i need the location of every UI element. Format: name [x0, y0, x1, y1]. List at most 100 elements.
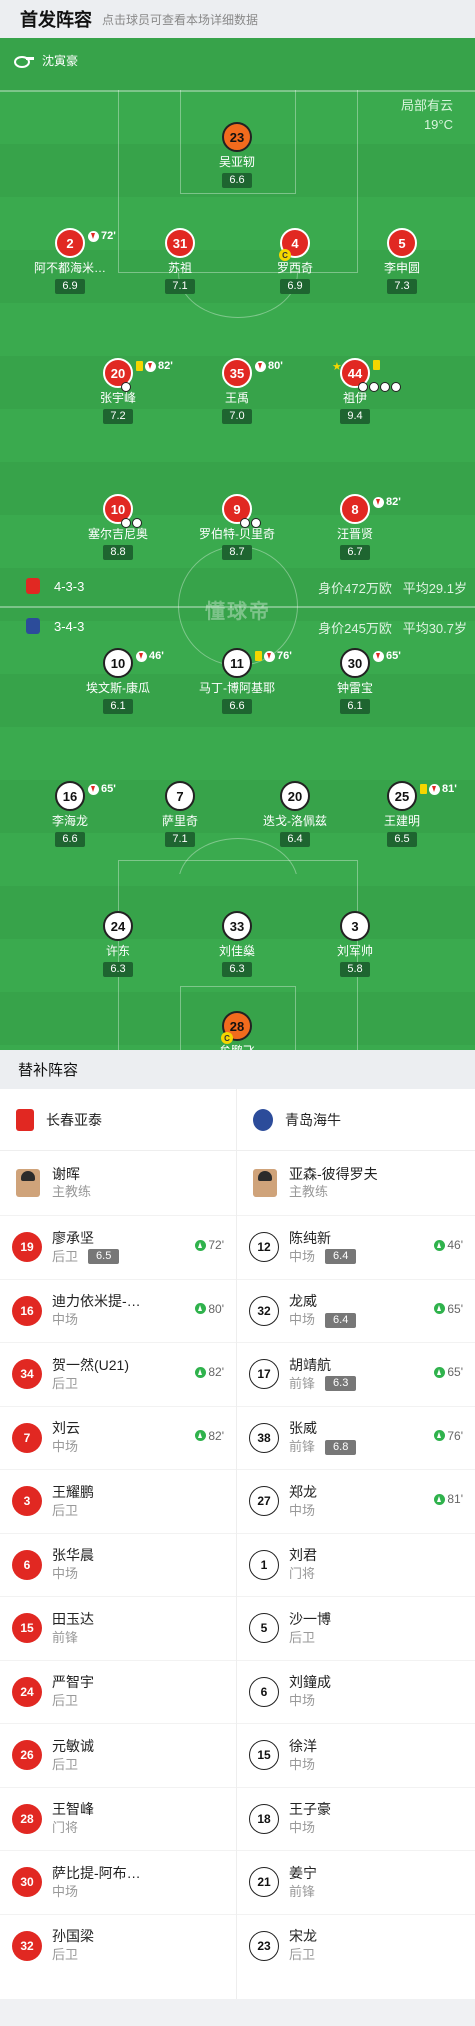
sub-in-minute-text: 82' — [208, 1428, 224, 1443]
player-number: 2 72' — [55, 228, 116, 258]
sub-player-row[interactable]: 32 龙威 中场 6.4 65' — [237, 1278, 475, 1343]
home-player[interactable]: 5 李申圆 7.3 — [342, 228, 462, 294]
player-number: 7 — [165, 781, 195, 811]
sub-player-row[interactable]: 27 郑龙 中场 81' — [237, 1469, 475, 1533]
sub-player-row[interactable]: 12 陈纯新 中场 6.4 46' — [237, 1215, 475, 1279]
home-team-row[interactable]: 长春亚泰 — [0, 1089, 236, 1151]
home-player[interactable]: 9 罗伯特-贝里奇 8.7 — [177, 494, 297, 560]
sub-position: 门将 — [289, 1566, 316, 1582]
away-player[interactable]: 10 46' 埃文斯-康瓜 6.1 — [58, 648, 178, 714]
sub-out-icon — [88, 230, 99, 242]
player-name: 刘佳燊 — [218, 944, 255, 958]
sub-player-row[interactable]: 6 张华晨 中场 — [0, 1532, 236, 1597]
away-player[interactable]: 3 刘军帅 5.8 — [295, 911, 415, 977]
away-player[interactable]: 20 迭戈-洛佩兹 6.4 — [235, 781, 355, 847]
ball-icon — [358, 382, 368, 392]
away-coach[interactable]: 亚森-彼得罗夫 主教练 — [237, 1151, 475, 1215]
away-player[interactable]: 11 76' 马丁-博阿基耶 6.6 — [177, 648, 297, 714]
sub-player-row[interactable]: 21 姜宁 前锋 — [237, 1850, 475, 1914]
ball-icon — [132, 518, 142, 528]
sub-player-row[interactable]: 26 元敏诚 后卫 — [0, 1723, 236, 1787]
sub-position-line: 中场 6.4 — [289, 1311, 357, 1329]
sub-out-icon — [264, 650, 275, 662]
sub-player-row[interactable]: 15 徐洋 中场 — [237, 1723, 475, 1787]
sub-player-row[interactable]: 30 萨比提-阿布… 中场 — [0, 1850, 236, 1914]
away-player[interactable]: 25 81' 王建明 6.5 — [342, 781, 462, 847]
sub-minute: 65' — [386, 650, 401, 662]
sub-minute: 46' — [149, 650, 164, 662]
sub-player-row[interactable]: 38 张威 前锋 6.8 76' — [237, 1405, 475, 1470]
sub-number: 28 — [12, 1803, 42, 1834]
home-team-logo-icon — [16, 1108, 34, 1131]
home-player[interactable]: 2 72' 阿不都海米… 6.9 — [10, 228, 130, 294]
sub-position-line: 中场 — [52, 1311, 141, 1329]
sub-in-minute-text: 80' — [208, 1301, 224, 1316]
sub-position-line: 后卫 — [52, 1946, 94, 1964]
home-player[interactable]: 4 C 罗西奇 6.9 — [235, 228, 355, 294]
pitch: 沈寅豪 局部有云 19°C 懂球帝 4-3-3 身价472万欧 平均29.1岁 … — [0, 38, 475, 1050]
player-rating: 7.3 — [387, 279, 417, 294]
player-rating: 6.3 — [103, 962, 133, 977]
page-hint: 点击球员可查看本场详细数据 — [102, 12, 259, 27]
sub-info: 王耀鹏 后卫 — [52, 1483, 94, 1520]
player-rating: 9.4 — [340, 409, 370, 424]
page-title: 首发阵容 — [20, 10, 92, 30]
sub-player-row[interactable]: 15 田玉达 前锋 — [0, 1596, 236, 1660]
sub-player-row[interactable]: 1 刘君 门将 — [237, 1532, 475, 1597]
player-name: 马丁-博阿基耶 — [199, 681, 275, 695]
away-player[interactable]: 28C牟鹏飞5.8 — [177, 1011, 297, 1050]
sub-position-line: 后卫 — [52, 1502, 94, 1520]
sub-player-row[interactable]: 19 廖承坚 后卫 6.5 72' — [0, 1215, 236, 1279]
player-number: 11 76' — [222, 648, 292, 678]
sub-position-line: 中场 — [289, 1692, 331, 1710]
sub-rating: 6.4 — [325, 1249, 357, 1265]
sub-number: 5 — [249, 1613, 279, 1644]
sub-player-row[interactable]: 24 严智宇 后卫 — [0, 1659, 236, 1724]
sub-player-row[interactable]: 28 王智峰 门将 — [0, 1786, 236, 1851]
sub-player-row[interactable]: 7 刘云 中场 82' — [0, 1405, 236, 1470]
away-team-row[interactable]: 青岛海牛 — [237, 1089, 475, 1151]
sub-player-row[interactable]: 3 王耀鹏 后卫 — [0, 1469, 236, 1533]
away-player[interactable]: 24 许东 6.3 — [58, 911, 178, 977]
sub-position: 后卫 — [52, 1947, 79, 1963]
sub-position-line: 门将 — [52, 1819, 94, 1837]
sub-name: 龙威 — [289, 1293, 317, 1310]
player-events: 72' — [88, 230, 116, 242]
sub-player-row[interactable]: 18 王子豪 中场 — [237, 1786, 475, 1851]
sub-out-icon — [255, 360, 266, 372]
sub-name: 廖承坚 — [52, 1229, 94, 1246]
player-events: 65' — [373, 650, 401, 662]
home-player[interactable]: 8 82' 汪晋贤 6.7 — [295, 494, 415, 560]
home-coach[interactable]: 谢晖 主教练 — [0, 1151, 236, 1215]
player-name: 罗伯特-贝里奇 — [199, 527, 275, 541]
sub-in-minute: 46' — [434, 1238, 463, 1252]
captain-badge-icon: C — [221, 1032, 233, 1044]
player-number: 20 82' — [103, 358, 173, 392]
away-player[interactable]: 33 刘佳燊 6.3 — [177, 911, 297, 977]
sub-info: 孙国梁 后卫 — [52, 1927, 94, 1964]
sub-player-row[interactable]: 16 迪力依米提-… 中场 80' — [0, 1278, 236, 1343]
sub-player-row[interactable]: 17 胡靖航 前锋 6.3 65' — [237, 1342, 475, 1406]
sub-name: 田玉达 — [52, 1610, 94, 1627]
player-rating: 6.6 — [55, 832, 85, 847]
weather-temp: 19°C — [423, 117, 453, 132]
sub-name: 胡靖航 — [289, 1356, 331, 1373]
away-player[interactable]: 16 65' 李海龙 6.6 — [10, 781, 130, 847]
sub-player-row[interactable]: 23 宋龙 后卫 — [237, 1913, 475, 1978]
away-player[interactable]: 30 65' 钟雷宝 6.1 — [295, 648, 415, 714]
home-player[interactable]: 44 ★ 祖伊 9.4 — [295, 358, 415, 424]
home-player[interactable]: 35 80' 王禹 7.0 — [177, 358, 297, 424]
sub-player-row[interactable]: 32 孙国梁 后卫 — [0, 1913, 236, 1978]
away-player[interactable]: 7 萨里奇 7.1 — [120, 781, 240, 847]
player-number: 16 65' — [55, 781, 116, 811]
sub-number: 16 — [12, 1295, 42, 1326]
home-player[interactable]: 20 82' 张宇峰 7.2 — [58, 358, 178, 424]
player-number: 3 — [340, 911, 370, 941]
sub-player-row[interactable]: 34 贺一然(U21) 后卫 82' — [0, 1342, 236, 1406]
sub-player-row[interactable]: 5 沙一博 后卫 — [237, 1596, 475, 1660]
sub-player-row[interactable]: 6 刘鐘成 中场 — [237, 1659, 475, 1724]
sub-position: 后卫 — [52, 1502, 79, 1518]
home-player[interactable]: 23 吴亚轫 6.6 — [177, 122, 297, 188]
home-player[interactable]: 10 塞尔吉尼奥 8.8 — [58, 494, 178, 560]
home-player[interactable]: 31 苏祖 7.1 — [120, 228, 240, 294]
